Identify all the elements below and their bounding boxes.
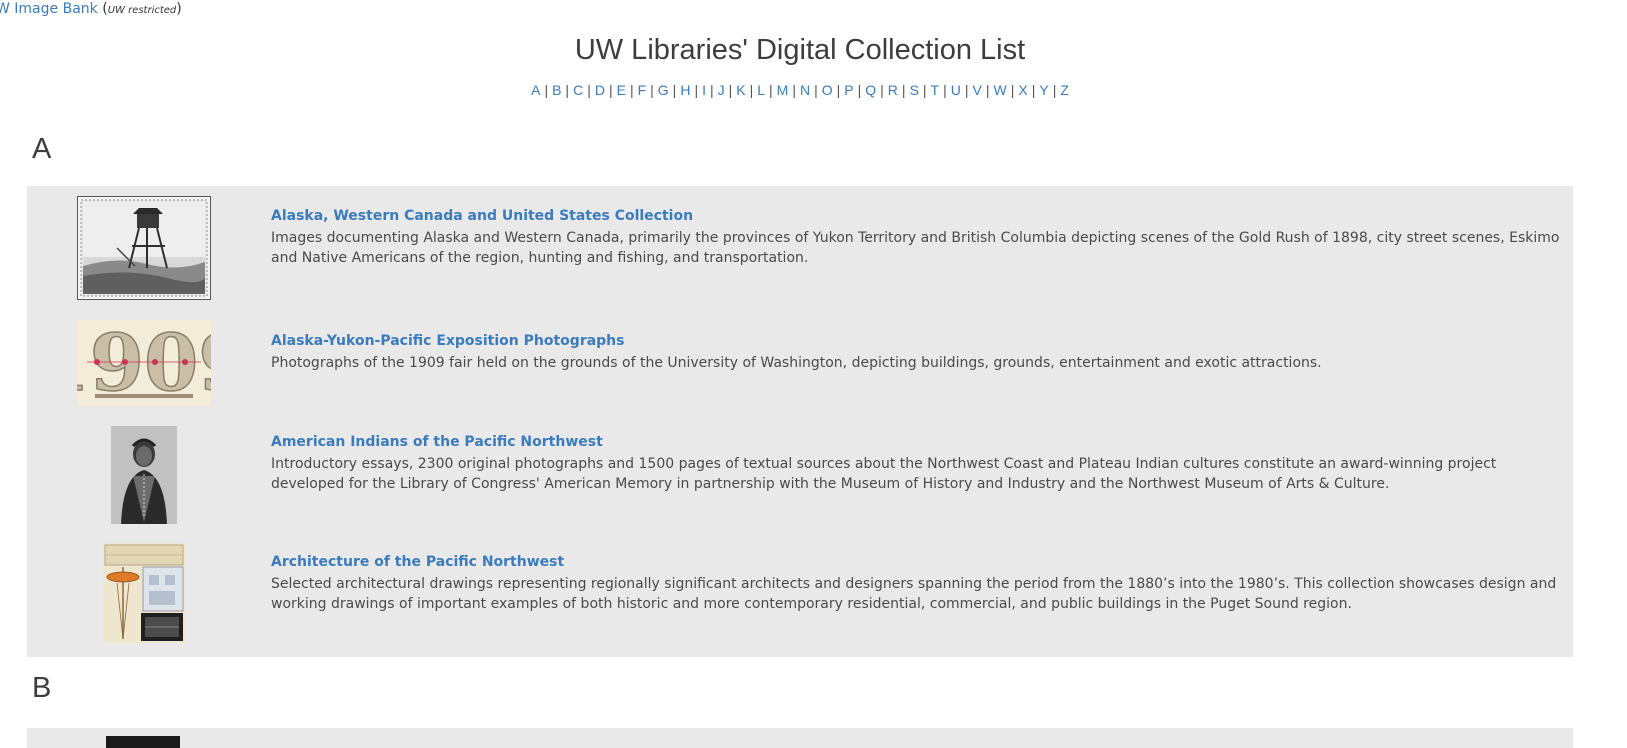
alpha-link-f[interactable]: F <box>637 82 648 98</box>
alpha-link-x[interactable]: X <box>1017 82 1028 98</box>
alpha-link-t[interactable]: T <box>930 82 941 98</box>
ayp-exposition-1909-thumbnail[interactable]: 1909 <box>77 320 211 406</box>
close-paren: ) <box>176 1 182 17</box>
collection-description: Photographs of the 1909 fair held on the… <box>271 355 1322 371</box>
b-collection-thumbnail-partial[interactable] <box>106 736 180 748</box>
alpha-separator: | <box>587 82 591 98</box>
alpha-separator: | <box>709 82 714 98</box>
alpha-link-u[interactable]: U <box>950 82 962 98</box>
collection-title-link[interactable]: Alaska-Yukon-Pacific Exposition Photogra… <box>271 333 625 349</box>
alpha-separator: | <box>901 82 906 98</box>
alphabet-nav: A | B | C | D | E | F | G | H | I | J | K | L | M | N | O | P | Q | R | S | T |… <box>0 82 1600 98</box>
gold-rush-photo-thumbnail[interactable] <box>77 196 211 300</box>
alpha-link-k[interactable]: K <box>735 82 746 98</box>
alpha-separator: | <box>650 82 654 98</box>
section-letter-a: A <box>32 133 52 165</box>
alpha-separator: | <box>857 82 862 98</box>
alpha-link-m[interactable]: M <box>776 82 790 98</box>
collection-description: Selected architectural drawings represen… <box>271 576 1557 612</box>
alpha-link-o[interactable]: O <box>821 82 834 98</box>
alpha-separator: | <box>544 82 549 98</box>
alpha-separator: | <box>964 82 969 98</box>
section-letter-b: B <box>32 672 52 704</box>
alpha-separator: | <box>672 82 677 98</box>
alpha-link-z[interactable]: Z <box>1059 82 1070 98</box>
alpha-separator: | <box>565 82 570 98</box>
collection-title-link[interactable]: American Indians of the Pacific Northwes… <box>271 434 603 450</box>
alpha-link-c[interactable]: C <box>572 82 584 98</box>
alpha-link-v[interactable]: V <box>972 82 983 98</box>
alpha-link-l[interactable]: L <box>756 82 766 98</box>
collection-title-link[interactable]: Alaska, Western Canada and United States… <box>271 208 693 224</box>
alpha-link-s[interactable]: S <box>909 82 920 98</box>
alpha-separator: | <box>836 82 841 98</box>
alpha-separator: | <box>1031 82 1036 98</box>
alpha-separator: | <box>880 82 884 98</box>
alpha-link-d[interactable]: D <box>594 82 606 98</box>
alpha-separator: | <box>608 82 613 98</box>
alpha-separator: | <box>629 82 634 98</box>
alpha-link-y[interactable]: Y <box>1038 82 1049 98</box>
alpha-separator: | <box>943 82 947 98</box>
restricted-note: UW restricted <box>107 5 177 16</box>
alpha-link-e[interactable]: E <box>616 82 627 98</box>
native-portrait-thumbnail[interactable] <box>111 426 177 524</box>
alpha-separator: | <box>728 82 733 98</box>
collection-description: Images documenting Alaska and Western Ca… <box>271 230 1560 266</box>
alpha-link-r[interactable]: R <box>887 82 899 98</box>
alpha-separator: | <box>1010 82 1015 98</box>
alpha-link-w[interactable]: W <box>993 82 1008 98</box>
alpha-link-h[interactable]: H <box>679 82 691 98</box>
alpha-link-g[interactable]: G <box>657 82 670 98</box>
alpha-link-b[interactable]: B <box>551 82 562 98</box>
collection-list-b <box>27 728 1573 748</box>
alpha-link-j[interactable]: J <box>717 82 726 98</box>
alpha-link-n[interactable]: N <box>799 82 811 98</box>
alpha-separator: | <box>792 82 796 98</box>
alpha-link-q[interactable]: Q <box>864 82 877 98</box>
alpha-separator: | <box>814 82 818 98</box>
alpha-separator: | <box>694 82 699 98</box>
alpha-link-p[interactable]: P <box>843 82 854 98</box>
image-bank-link[interactable]: W Image Bank <box>0 1 98 17</box>
collection-title-link[interactable]: Architecture of the Pacific Northwest <box>271 554 564 570</box>
alpha-separator: | <box>1052 82 1057 98</box>
page-title: UW Libraries' Digital Collection List <box>574 34 1026 66</box>
architecture-drawings-thumbnail[interactable] <box>103 543 185 643</box>
alpha-separator: | <box>749 82 754 98</box>
image-bank-top-link-row: W Image Bank (UW restricted) <box>0 0 182 20</box>
collection-list-a: Alaska, Western Canada and United States… <box>27 186 1573 657</box>
collection-description: Introductory essays, 2300 original photo… <box>271 456 1497 492</box>
alpha-separator: | <box>769 82 773 98</box>
alpha-separator: | <box>985 82 990 98</box>
alpha-separator: | <box>922 82 927 98</box>
alpha-link-a[interactable]: A <box>530 82 541 98</box>
